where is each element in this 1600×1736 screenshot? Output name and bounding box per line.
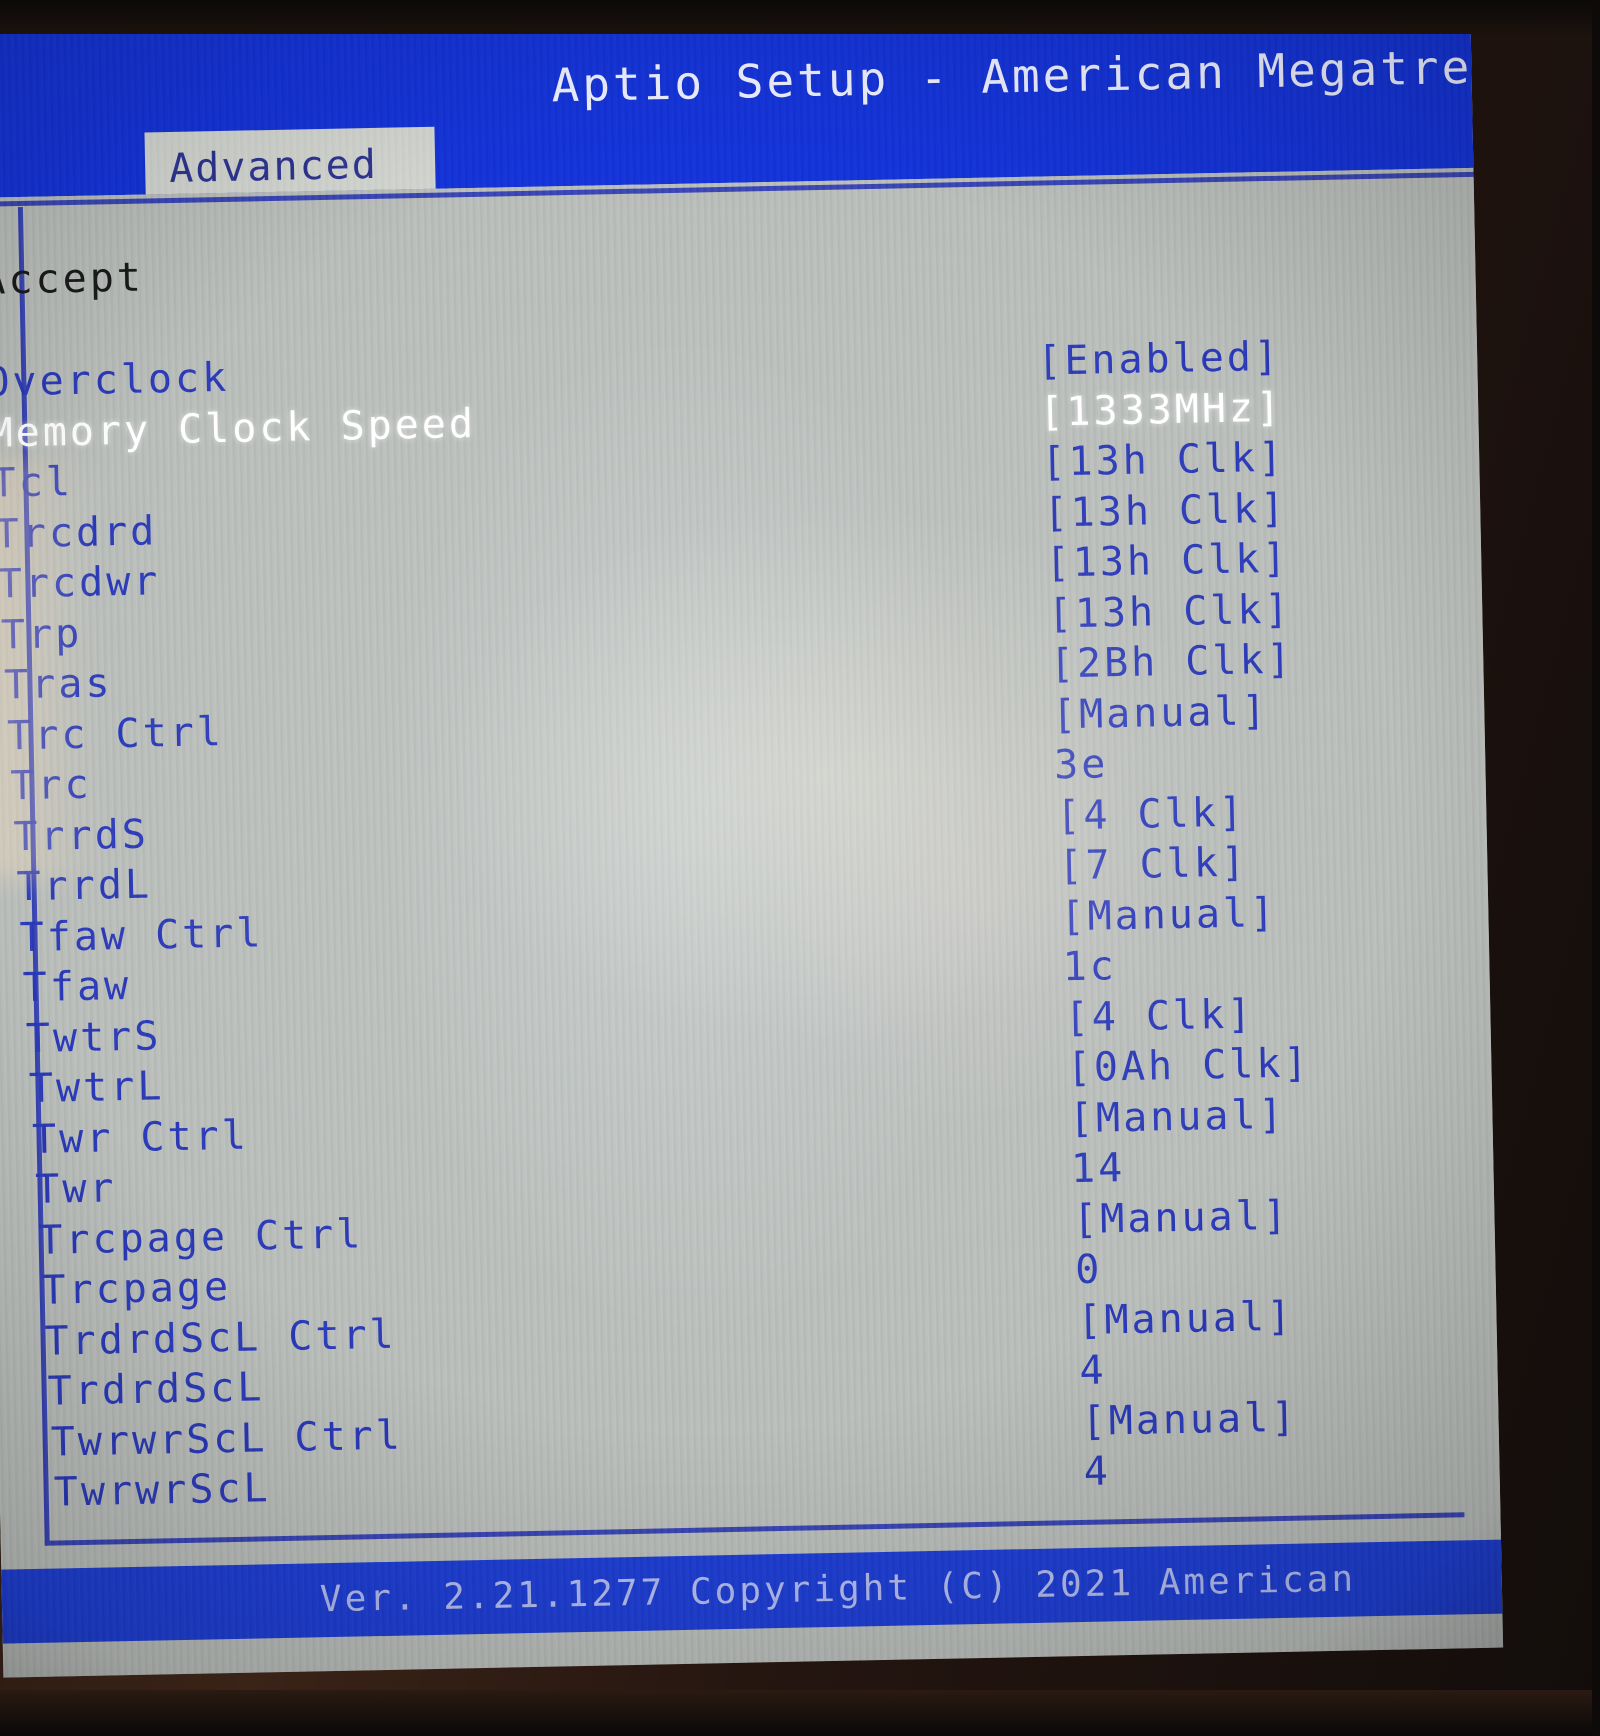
setting-label: TwtrL bbox=[28, 1063, 165, 1113]
setting-value[interactable]: 4 bbox=[1083, 1448, 1111, 1495]
setting-label: TwrwrScL Ctrl bbox=[50, 1412, 404, 1466]
setting-label: Overclock bbox=[0, 354, 230, 406]
setting-label: Trc bbox=[9, 761, 93, 810]
setting-label: Twr bbox=[34, 1165, 117, 1213]
setting-label: TrrdL bbox=[16, 861, 153, 911]
setting-value[interactable]: [Manual] bbox=[1073, 1192, 1291, 1242]
setting-label: Tras bbox=[3, 660, 113, 709]
setting-value[interactable]: [0Ah Clk] bbox=[1066, 1040, 1311, 1091]
setting-value[interactable]: [13h Clk] bbox=[1043, 485, 1288, 536]
setting-value[interactable]: 4 bbox=[1079, 1347, 1107, 1394]
setting-value[interactable]: [1333MHz] bbox=[1039, 384, 1284, 435]
setting-value[interactable]: [7 Clk] bbox=[1058, 840, 1248, 890]
setting-value[interactable]: [4 Clk] bbox=[1064, 991, 1254, 1041]
setting-label: Trp bbox=[0, 610, 83, 658]
setting-label: Trcpage Ctrl bbox=[37, 1210, 364, 1264]
bezel-right bbox=[1592, 0, 1600, 1736]
setting-value[interactable]: [2Bh Clk] bbox=[1049, 637, 1294, 688]
setting-value[interactable]: [Manual] bbox=[1060, 889, 1278, 939]
setting-label: TrdrdScL Ctrl bbox=[44, 1311, 398, 1365]
setting-value[interactable]: [13h Clk] bbox=[1047, 586, 1292, 637]
setting-value[interactable]: [Manual] bbox=[1052, 688, 1270, 738]
setting-value[interactable]: [Manual] bbox=[1081, 1394, 1299, 1444]
setting-label: TrrdS bbox=[12, 811, 150, 860]
setting-label: Trc Ctrl bbox=[6, 708, 225, 759]
setting-value[interactable]: [Manual] bbox=[1068, 1091, 1286, 1141]
setting-value[interactable]: [13h Clk] bbox=[1045, 536, 1290, 587]
setting-label: Trcpage bbox=[41, 1264, 232, 1314]
setting-label: TrdrdScL bbox=[47, 1364, 265, 1415]
bios-screen: Aptio Setup - American Megatre Advanced … bbox=[0, 0, 1504, 1678]
setting-value[interactable]: 0 bbox=[1075, 1247, 1103, 1294]
setting-label: Tfaw bbox=[22, 962, 132, 1012]
setting-label: Trcdwr bbox=[0, 558, 161, 608]
setting-value[interactable]: 3e bbox=[1054, 741, 1109, 788]
setting-value[interactable]: 1c bbox=[1062, 943, 1117, 990]
setting-value[interactable]: 14 bbox=[1071, 1145, 1126, 1192]
bezel-top bbox=[0, 0, 1600, 34]
setting-label: Twr Ctrl bbox=[31, 1112, 250, 1163]
bezel-bottom bbox=[0, 1690, 1600, 1736]
monitor-panel: Aptio Setup - American Megatre Advanced … bbox=[0, 0, 1524, 1712]
setting-value[interactable]: [Manual] bbox=[1077, 1293, 1295, 1343]
setting-value[interactable]: [Enabled] bbox=[1037, 334, 1282, 385]
setting-label: Trcdrd bbox=[0, 507, 158, 558]
setting-label: Tcl bbox=[0, 459, 74, 507]
setting-label: TwrwrScL bbox=[53, 1465, 271, 1516]
setting-value[interactable]: [13h Clk] bbox=[1041, 435, 1286, 486]
setting-value[interactable]: [4 Clk] bbox=[1056, 789, 1246, 839]
section-heading-label: Accept bbox=[0, 254, 145, 304]
setting-label: Memory Clock Speed bbox=[0, 400, 477, 457]
setting-label: Tfaw Ctrl bbox=[19, 909, 264, 961]
tab-advanced-label: Advanced bbox=[168, 141, 379, 193]
photo-of-monitor: Aptio Setup - American Megatre Advanced … bbox=[0, 0, 1600, 1736]
setting-label: TwtrS bbox=[25, 1012, 162, 1062]
